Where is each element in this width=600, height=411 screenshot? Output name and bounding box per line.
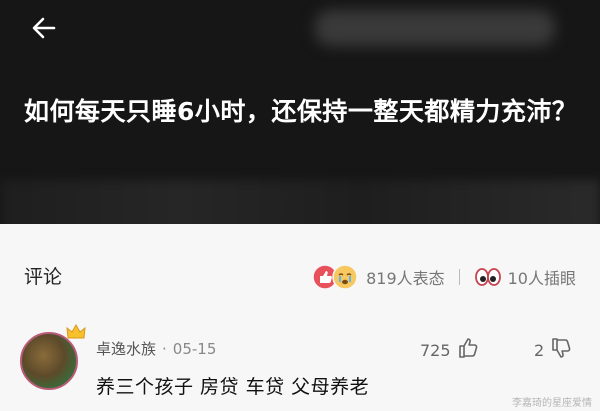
reaction-emojis[interactable]	[312, 264, 360, 290]
comments-header: 评论 819人表态 10人插眼	[0, 224, 600, 320]
dislike-button[interactable]: 2	[534, 336, 574, 364]
crying-emoji-icon	[332, 264, 358, 294]
back-button[interactable]	[24, 12, 64, 48]
separator-dot: ·	[162, 340, 167, 358]
like-button[interactable]: 725	[420, 336, 481, 364]
blurred-region	[315, 10, 555, 46]
question-title: 如何每天只睡6小时，还保持一整天都精力充沛？	[24, 97, 578, 126]
comment-stats: 819人表态 10人插眼	[312, 264, 576, 290]
arrow-left-icon	[30, 14, 58, 46]
comment-date: 05-15	[172, 340, 217, 358]
eyes-icon[interactable]	[474, 267, 502, 287]
username[interactable]: 卓逸水族	[96, 340, 156, 358]
avatar-container[interactable]	[20, 323, 86, 390]
comment-meta: 卓逸水族 · 05-15	[96, 338, 216, 359]
like-count: 725	[420, 340, 451, 360]
question-header: 如何每天只睡6小时，还保持一整天都精力充沛？	[0, 0, 600, 224]
dislike-count: 2	[534, 340, 545, 360]
comment-text: 养三个孩子 房贷 车贷 父母养老	[96, 376, 370, 398]
watermark: 李嘉琦的星座爱情	[512, 398, 592, 409]
thumbs-down-icon	[550, 336, 574, 364]
stats-divider	[458, 269, 460, 285]
thumbs-up-icon	[457, 336, 481, 364]
crown-icon	[66, 323, 86, 344]
reactions-count: 819人表态	[366, 269, 445, 288]
comments-section-title: 评论	[24, 266, 63, 288]
bookmarks-count: 10人插眼	[507, 269, 576, 288]
blurred-region	[0, 180, 600, 224]
comment-item: 卓逸水族 · 05-15 725 2 养三个孩子 房贷 车贷 父母养老	[0, 320, 600, 411]
